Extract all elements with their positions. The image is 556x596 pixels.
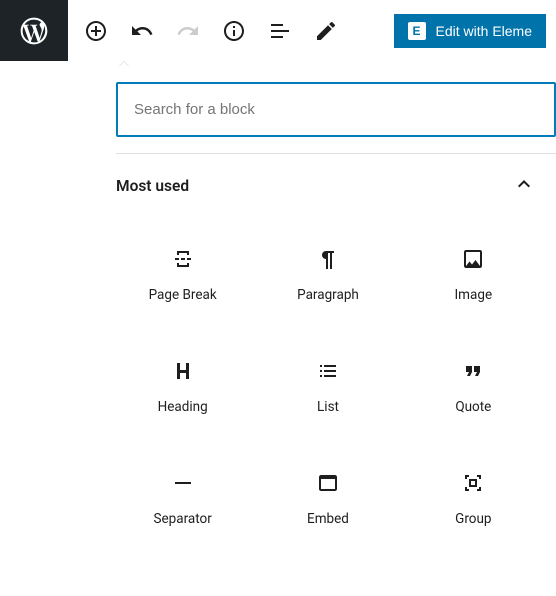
block-list[interactable]: List: [255, 330, 400, 442]
page-break-icon: [169, 245, 197, 273]
separator-icon: [169, 469, 197, 497]
section-title: Most used: [116, 177, 189, 195]
image-icon: [459, 245, 487, 273]
elementor-icon: E: [408, 22, 426, 40]
add-block-button[interactable]: [78, 13, 114, 49]
plus-circle-icon: [84, 19, 108, 43]
block-label: List: [317, 399, 339, 415]
search-wrapper: [100, 66, 556, 153]
embed-icon: [314, 469, 342, 497]
outline-button[interactable]: [262, 13, 298, 49]
undo-icon: [130, 19, 154, 43]
editor-toolbar: E Edit with Eleme: [68, 0, 556, 61]
block-label: Group: [455, 511, 491, 527]
block-label: Page Break: [149, 287, 217, 303]
block-heading[interactable]: Heading: [110, 330, 255, 442]
block-label: Quote: [455, 399, 491, 415]
block-group[interactable]: Group: [401, 442, 546, 554]
pencil-icon: [314, 19, 338, 43]
block-inserter-panel: Most used Page Break Paragraph Image: [100, 66, 556, 570]
block-label: Separator: [154, 511, 212, 527]
block-embed[interactable]: Embed: [255, 442, 400, 554]
wordpress-logo[interactable]: [0, 0, 68, 61]
group-icon: [459, 469, 487, 497]
editor-topbar: E Edit with Eleme: [0, 0, 556, 61]
quote-icon: [459, 357, 487, 385]
most-used-section-header[interactable]: Most used: [100, 154, 556, 214]
block-label: Paragraph: [297, 287, 359, 303]
outline-icon: [268, 19, 292, 43]
block-image[interactable]: Image: [401, 218, 546, 330]
block-label: Image: [455, 287, 493, 303]
block-paragraph[interactable]: Paragraph: [255, 218, 400, 330]
undo-button[interactable]: [124, 13, 160, 49]
block-separator[interactable]: Separator: [110, 442, 255, 554]
block-label: Heading: [158, 399, 208, 415]
search-input[interactable]: [116, 82, 556, 137]
info-button[interactable]: [216, 13, 252, 49]
edit-with-elementor-button[interactable]: E Edit with Eleme: [394, 14, 546, 48]
paragraph-icon: [314, 245, 342, 273]
redo-icon: [176, 19, 200, 43]
wordpress-icon: [18, 15, 50, 47]
block-quote[interactable]: Quote: [401, 330, 546, 442]
block-label: Embed: [307, 511, 349, 527]
info-icon: [222, 19, 246, 43]
chevron-up-icon: [512, 172, 536, 200]
heading-icon: [169, 357, 197, 385]
redo-button[interactable]: [170, 13, 206, 49]
edit-button[interactable]: [308, 13, 344, 49]
list-icon: [314, 357, 342, 385]
block-grid: Page Break Paragraph Image Heading List: [100, 214, 556, 570]
block-page-break[interactable]: Page Break: [110, 218, 255, 330]
edit-with-elementor-label: Edit with Eleme: [436, 23, 532, 39]
